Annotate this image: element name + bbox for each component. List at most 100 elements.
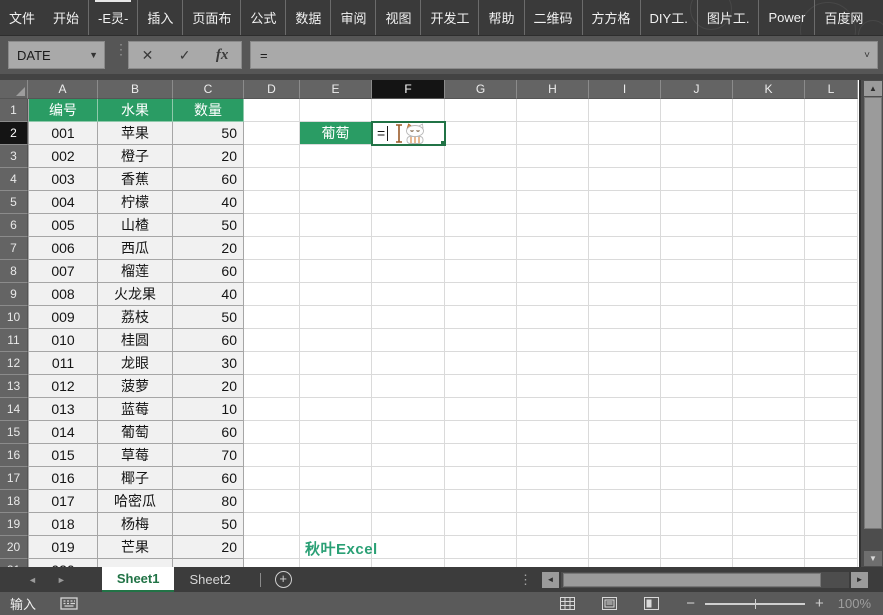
cell[interactable] [372,191,445,214]
cell[interactable] [300,375,372,398]
cell[interactable] [661,398,733,421]
cell[interactable] [244,398,300,421]
cell[interactable] [372,513,445,536]
cell[interactable] [805,467,858,490]
cell[interactable] [733,352,805,375]
cell[interactable] [661,168,733,191]
row-header[interactable]: 10 [0,306,28,329]
cell[interactable] [661,306,733,329]
horizontal-scrollbar-track[interactable] [561,572,849,588]
cell[interactable] [300,421,372,444]
cell[interactable] [445,444,517,467]
cell[interactable] [372,421,445,444]
cell[interactable] [300,237,372,260]
cell[interactable] [733,490,805,513]
cell[interactable]: 10 [173,398,244,421]
cell[interactable] [372,168,445,191]
row-header[interactable]: 17 [0,467,28,490]
cell[interactable]: 芒果 [98,536,173,559]
cell[interactable] [517,168,589,191]
cell[interactable] [805,191,858,214]
cell[interactable]: 苹果 [98,122,173,145]
cell[interactable] [372,306,445,329]
cell[interactable] [244,467,300,490]
prev-sheet-arrow[interactable]: ◄ [28,575,37,585]
row-header[interactable]: 7 [0,237,28,260]
cell[interactable]: 001 [28,122,98,145]
row-header[interactable]: 19 [0,513,28,536]
cell[interactable] [805,122,858,145]
cell[interactable] [517,99,589,122]
cell[interactable] [589,467,661,490]
fill-handle[interactable] [440,140,445,145]
row-header[interactable]: 11 [0,329,28,352]
cell[interactable]: 荔枝 [98,306,173,329]
name-box[interactable]: DATE ▼ [8,41,105,69]
scroll-left-button[interactable]: ◄ [542,572,559,588]
cell[interactable] [733,99,805,122]
scroll-right-button[interactable]: ► [851,572,868,588]
cell[interactable] [805,99,858,122]
ribbon-tab[interactable]: 文件 [0,0,44,36]
cell[interactable]: 柠檬 [98,191,173,214]
cell[interactable] [517,329,589,352]
cell[interactable]: 60 [173,421,244,444]
cell[interactable]: 数量 [173,99,244,122]
cell[interactable] [517,490,589,513]
formula-bar-dots-handle[interactable]: ⋮ [114,46,128,52]
cell[interactable]: 005 [28,214,98,237]
row-header[interactable]: 6 [0,214,28,237]
row-header[interactable]: 5 [0,191,28,214]
ribbon-tab[interactable]: 视图 [375,0,420,36]
column-header[interactable]: G [445,80,517,99]
cell[interactable]: 西瓜 [98,237,173,260]
cell[interactable]: 山楂 [98,214,173,237]
cell[interactable] [445,191,517,214]
page-layout-view-button[interactable] [602,597,617,610]
row-header[interactable]: 8 [0,260,28,283]
cell[interactable] [805,260,858,283]
insert-function-button[interactable]: fx [216,47,229,64]
cell[interactable] [372,490,445,513]
sheet-tab-sheet2[interactable]: Sheet2 [174,567,245,592]
cell[interactable] [244,329,300,352]
column-header[interactable]: H [517,80,589,99]
cell[interactable]: 40 [173,191,244,214]
cell[interactable] [372,536,445,559]
cell[interactable] [661,99,733,122]
cell[interactable]: 50 [173,513,244,536]
zoom-out-button[interactable]: − [686,595,695,612]
cell[interactable]: 80 [173,490,244,513]
cell[interactable] [445,421,517,444]
cell[interactable] [805,559,858,567]
cell[interactable] [244,237,300,260]
cell[interactable] [244,214,300,237]
cell[interactable] [372,467,445,490]
cell[interactable] [805,214,858,237]
cell[interactable] [445,99,517,122]
cell[interactable] [661,559,733,567]
row-header[interactable]: 3 [0,145,28,168]
cell[interactable] [661,145,733,168]
name-box-dropdown-icon[interactable]: ▼ [89,50,104,60]
cell[interactable]: 013 [28,398,98,421]
cell[interactable] [244,122,300,145]
ribbon-tab[interactable]: 审阅 [330,0,375,36]
ribbon-tab[interactable]: 数据 [285,0,330,36]
horizontal-scrollbar-thumb[interactable] [563,573,821,587]
cell[interactable] [733,467,805,490]
cell[interactable]: 龙眼 [98,352,173,375]
cell[interactable] [372,398,445,421]
cell[interactable]: 草莓 [98,444,173,467]
column-header[interactable]: B [98,80,173,99]
row-header[interactable]: 13 [0,375,28,398]
cell[interactable] [517,375,589,398]
cell[interactable] [300,467,372,490]
cell[interactable] [733,260,805,283]
cell[interactable] [733,168,805,191]
cell[interactable]: 015 [28,444,98,467]
cell[interactable] [372,260,445,283]
horizontal-scrollbar[interactable]: ◄ ► [540,567,883,592]
cell[interactable] [661,490,733,513]
cell[interactable] [589,559,661,567]
